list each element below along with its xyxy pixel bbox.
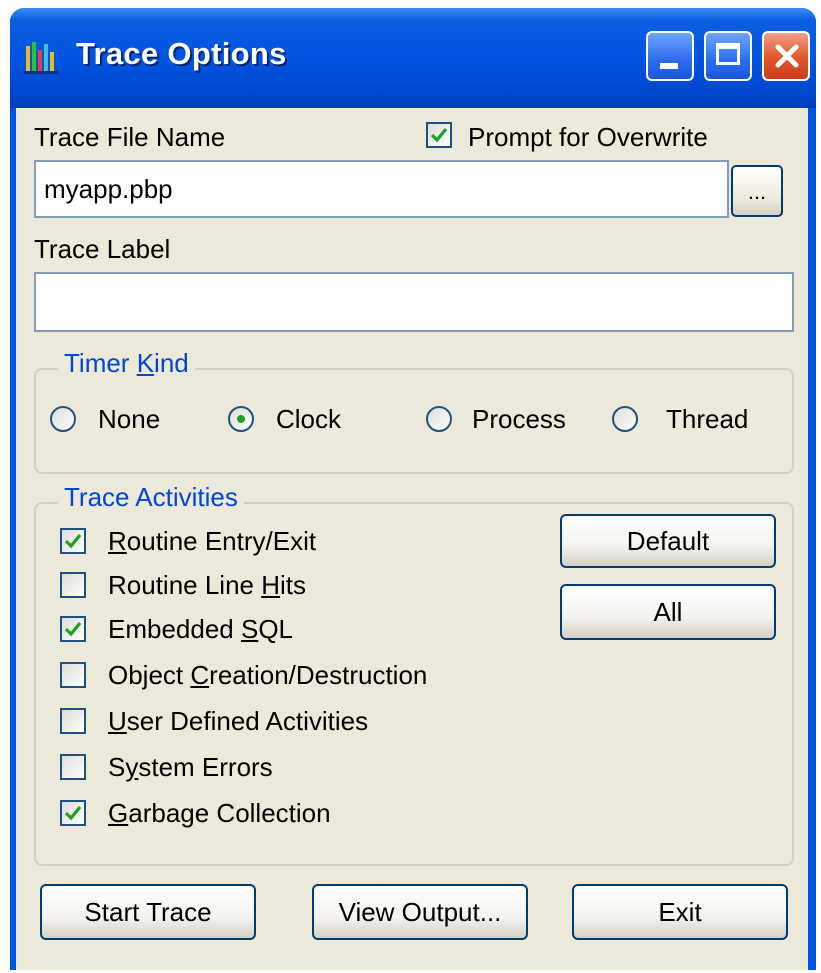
activity-label-routine-line-hits[interactable]: Routine Line Hits [108,570,306,601]
activity-checkbox-user-defined[interactable] [60,708,86,734]
close-button[interactable] [762,31,810,81]
view-output-button[interactable]: View Output... [312,884,528,940]
activity-label-routine-entry-exit[interactable]: Routine Entry/Exit [108,526,316,557]
bar-chart-icon [24,42,58,74]
radio-none-label[interactable]: None [98,404,160,435]
activity-checkbox-system-errors[interactable] [60,754,86,780]
trace-label-label: Trace Label [34,234,171,264]
radio-clock-label[interactable]: Clock [276,404,341,435]
radio-process-label[interactable]: Process [472,404,566,435]
title-bar[interactable]: Trace Options [10,8,816,108]
window-title: Trace Options [76,36,287,71]
browse-button[interactable]: ... [731,165,783,217]
maximize-button[interactable] [704,31,752,81]
trace-file-name-label: Trace File Name [34,122,226,152]
start-trace-button[interactable]: Start Trace [40,884,256,940]
check-icon [64,533,82,549]
minimize-button[interactable] [646,31,694,81]
close-icon [775,44,799,68]
radio-clock[interactable] [228,406,254,432]
radio-thread-label[interactable]: Thread [666,404,748,435]
minimize-icon [660,63,678,69]
radio-process[interactable] [426,406,452,432]
trace-label-input[interactable] [34,272,794,332]
exit-button[interactable]: Exit [572,884,788,940]
browse-label: ... [747,179,767,204]
prompt-overwrite-label[interactable]: Prompt for Overwrite [468,122,708,153]
activity-checkbox-garbage-collection[interactable] [60,800,86,826]
activity-checkbox-object-creation[interactable] [60,662,86,688]
all-button[interactable]: All [560,584,776,640]
trace-options-window: Trace Options Trace File Name Prompt for… [10,8,816,970]
trace-file-name-input[interactable] [34,160,729,218]
prompt-overwrite-checkbox[interactable] [426,122,452,148]
activity-label-system-errors[interactable]: System Errors [108,752,273,783]
selected-dot-icon [237,415,245,423]
radio-none[interactable] [50,406,76,432]
dialog-client-area: Trace File Name Prompt for Overwrite ...… [16,108,808,970]
maximize-icon [716,43,740,65]
default-button[interactable]: Default [560,514,776,568]
activity-label-object-creation[interactable]: Object Creation/Destruction [108,660,427,691]
activity-checkbox-embedded-sql[interactable] [60,616,86,642]
activity-label-user-defined[interactable]: User Defined Activities [108,706,368,737]
activity-label-embedded-sql[interactable]: Embedded SQL [108,614,293,645]
check-icon [64,805,82,821]
timer-kind-legend: Timer Kind [58,348,195,379]
trace-activities-legend: Trace Activities [58,482,244,513]
activity-checkbox-routine-line-hits[interactable] [60,572,86,598]
check-icon [430,127,448,143]
check-icon [64,621,82,637]
activity-label-garbage-collection[interactable]: Garbage Collection [108,798,331,829]
activity-checkbox-routine-entry-exit[interactable] [60,528,86,554]
radio-thread[interactable] [612,406,638,432]
